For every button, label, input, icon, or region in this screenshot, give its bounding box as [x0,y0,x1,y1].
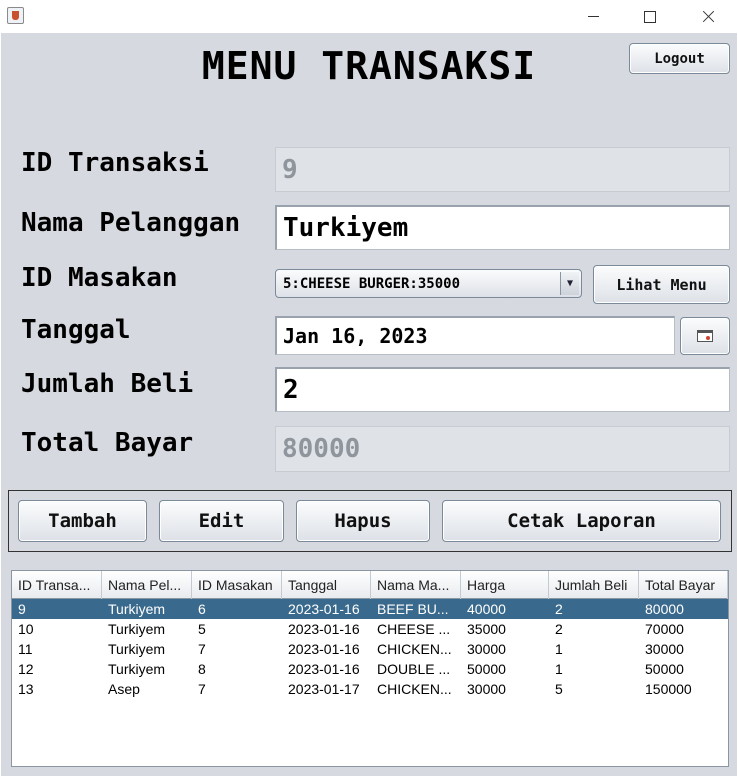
table-row[interactable]: 13 Asep 7 2023-01-17 CHICKEN... 30000 5 … [12,679,728,699]
transaction-table[interactable]: ID Transa... Nama Pel... ID Masakan Tang… [11,570,729,767]
table-cell: 10 [18,621,34,637]
id-masakan-selected: 5:CHEESE BURGER:35000 [283,275,461,292]
column-header[interactable]: Nama Ma... [371,571,461,599]
column-header[interactable]: Jumlah Beli [549,571,639,599]
table-cell: 30000 [467,641,506,657]
table-cell: 35000 [467,621,506,637]
table-cell: 50000 [645,661,684,677]
table-cell: 2 [555,601,563,617]
table-row[interactable]: 12 Turkiyem 8 2023-01-16 DOUBLE ... 5000… [12,659,728,679]
table-cell: DOUBLE ... [377,661,451,677]
table-cell: 7 [198,681,206,697]
column-header[interactable]: Harga [461,571,549,599]
edit-button[interactable]: Edit [159,500,284,542]
cetak-laporan-button[interactable]: Cetak Laporan [442,500,721,542]
table-row[interactable]: 9 Turkiyem 6 2023-01-16 BEEF BU... 40000… [12,599,728,619]
id-transaksi-field[interactable]: 9 [275,147,730,192]
table-cell: Turkiyem [108,661,166,677]
table-cell: 80000 [645,601,684,617]
table-cell: 2023-01-16 [288,621,360,637]
jumlah-beli-label: Jumlah Beli [21,369,194,399]
table-cell: CHEESE ... [377,621,451,637]
table-cell: 11 [18,641,33,657]
table-cell: 2023-01-17 [288,681,360,697]
close-button[interactable] [686,0,732,33]
table-cell: CHICKEN... [377,681,452,697]
table-cell: 5 [198,621,206,637]
table-cell: 12 [18,661,34,677]
table-cell: 2023-01-16 [288,641,360,657]
table-cell: 7 [198,641,206,657]
table-cell: 2 [555,621,563,637]
java-cup-icon [7,7,24,24]
window-titlebar [0,0,738,33]
nama-pelanggan-label: Nama Pelanggan [21,208,241,238]
table-cell: 30000 [645,641,684,657]
calendar-icon [697,330,713,342]
id-masakan-label: ID Masakan [21,263,178,293]
date-picker-button[interactable] [680,317,730,355]
table-header: ID Transa... Nama Pel... ID Masakan Tang… [12,571,728,599]
tanggal-field[interactable]: Jan 16, 2023 [275,316,675,355]
total-bayar-label: Total Bayar [21,428,194,458]
table-cell: 6 [198,601,206,617]
table-cell: 13 [18,681,34,697]
table-row[interactable]: 10 Turkiyem 5 2023-01-16 CHEESE ... 3500… [12,619,728,639]
id-transaksi-label: ID Transaksi [21,148,209,178]
page-title: MENU TRANSAKSI [201,44,537,88]
table-cell: BEEF BU... [377,601,449,617]
table-cell: 2023-01-16 [288,661,360,677]
lihat-menu-button[interactable]: Lihat Menu [593,265,730,304]
table-cell: 150000 [645,681,692,697]
jumlah-beli-field[interactable]: 2 [275,367,730,412]
column-header[interactable]: ID Transa... [12,571,102,599]
table-cell: 70000 [645,621,684,637]
column-header[interactable]: Tanggal [282,571,371,599]
table-cell: 2023-01-16 [288,601,360,617]
table-cell: 5 [555,681,563,697]
table-cell: 1 [555,641,563,657]
id-masakan-dropdown[interactable]: 5:CHEESE BURGER:35000 ▼ [275,269,582,298]
table-cell: Turkiyem [108,641,166,657]
tanggal-label: Tanggal [21,315,131,345]
table-cell: 9 [18,601,26,617]
column-header[interactable]: Total Bayar [639,571,728,599]
maximize-button[interactable] [626,0,672,33]
column-header[interactable]: Nama Pel... [102,571,192,599]
table-cell: 30000 [467,681,506,697]
table-cell: CHICKEN... [377,641,452,657]
table-cell: 50000 [467,661,506,677]
table-cell: Turkiyem [108,621,166,637]
hapus-button[interactable]: Hapus [296,500,430,542]
table-cell: 40000 [467,601,506,617]
table-cell: 1 [555,661,563,677]
nama-pelanggan-field[interactable]: Turkiyem [275,205,730,250]
table-row[interactable]: 11 Turkiyem 7 2023-01-16 CHICKEN... 3000… [12,639,728,659]
table-cell: Turkiyem [108,601,166,617]
table-cell: Asep [108,681,140,697]
minimize-button[interactable] [570,0,616,33]
total-bayar-field[interactable]: 80000 [275,426,730,472]
tambah-button[interactable]: Tambah [18,500,147,542]
dropdown-arrow-icon[interactable]: ▼ [560,272,579,295]
column-header[interactable]: ID Masakan [192,571,282,599]
table-cell: 8 [198,661,206,677]
